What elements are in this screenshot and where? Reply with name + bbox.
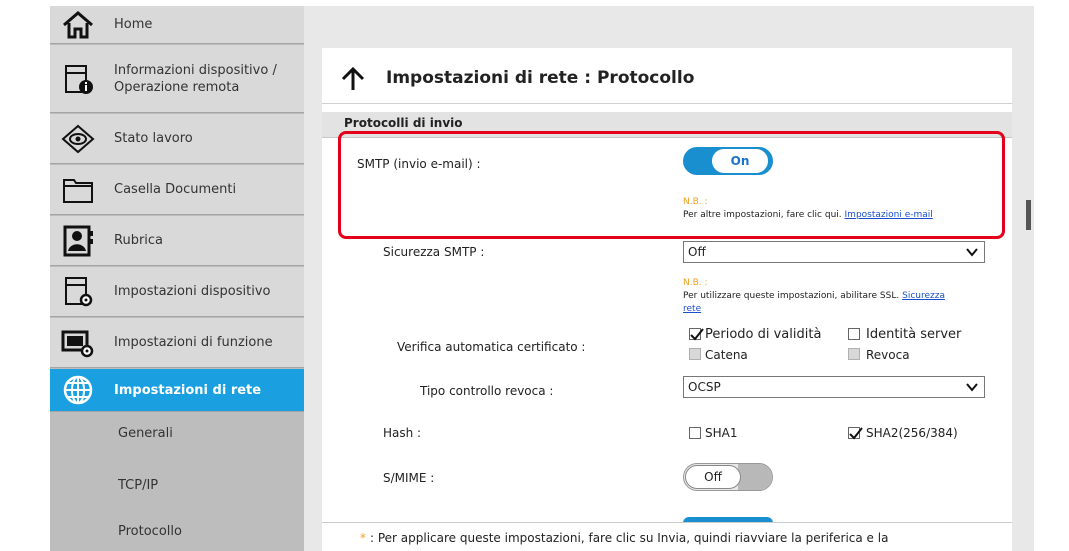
folder-icon <box>58 173 98 207</box>
device-settings-icon <box>58 275 98 309</box>
footer-star: * <box>360 531 366 545</box>
network-security-link-cont[interactable]: rete <box>683 304 701 314</box>
check-icon <box>690 328 704 341</box>
device-info-icon <box>58 62 98 96</box>
arrow-up-icon[interactable] <box>340 66 366 92</box>
select-value: OCSP <box>688 380 721 394</box>
sidebar-subitem-tcpip[interactable]: TCP/IP <box>50 478 304 498</box>
smime-toggle[interactable]: Off <box>683 463 773 491</box>
sidebar-item-label: Informazioni dispositivo / Operazione re… <box>114 62 277 95</box>
checkbox-label: Catena <box>705 348 748 362</box>
sidebar-item-label: Casella Documenti <box>114 182 237 197</box>
smtp-highlight-box <box>338 131 1005 239</box>
smime-label: S/MIME : <box>383 471 435 485</box>
checkbox-label: Identità server <box>866 327 962 342</box>
select-value: Off <box>688 245 706 259</box>
sidebar-item-device-settings[interactable]: Impostazioni dispositivo <box>50 267 304 317</box>
checkbox-sha1[interactable] <box>689 427 701 439</box>
sidebar-item-function-settings[interactable]: Impostazioni di funzione <box>50 318 304 368</box>
checkbox-label: Revoca <box>866 348 910 362</box>
sidebar-subitem-general[interactable]: Generali <box>50 426 304 446</box>
checkbox-server-identity[interactable] <box>848 328 860 340</box>
sidebar-item-label: Impostazioni di rete <box>114 382 262 398</box>
page-header: Impostazioni di rete : Protocollo <box>322 48 1012 104</box>
sidebar-item-label: Impostazioni dispositivo <box>114 284 271 299</box>
chevron-down-icon <box>966 248 978 257</box>
note-label: N.B. : <box>683 278 708 288</box>
sidebar-item-label: Home <box>114 17 153 32</box>
sidebar-item-document-box[interactable]: Casella Documenti <box>50 165 304 215</box>
hash-label: Hash : <box>383 426 422 440</box>
checkbox-label: SHA1 <box>705 426 738 440</box>
cert-check-label: Verifica automatica certificato : <box>397 340 586 354</box>
note-text-body: Per utilizzare queste impostazioni, abil… <box>683 291 900 301</box>
checkbox-label: SHA2(256/384) <box>866 426 958 440</box>
page-title: Impostazioni di rete : Protocollo <box>386 68 695 88</box>
checkbox-validity[interactable] <box>689 328 704 341</box>
checkbox-sha2[interactable] <box>848 427 863 440</box>
revocation-type-label: Tipo controllo revoca : <box>420 384 554 398</box>
sidebar-item-network-settings[interactable]: Impostazioni di rete <box>50 369 304 412</box>
checkbox-revocation <box>848 348 860 360</box>
sidebar-item-address-book[interactable]: Rubrica <box>50 216 304 266</box>
sidebar-item-home[interactable]: Home <box>50 6 304 44</box>
smtp-security-select[interactable]: Off <box>683 241 985 263</box>
footer-note: * : Per applicare queste impostazioni, f… <box>322 522 1012 551</box>
sidebar-item-device-info[interactable]: Informazioni dispositivo / Operazione re… <box>50 45 304 113</box>
sidebar: Home Informazioni dispositivo / Operazio… <box>50 6 304 551</box>
toggle-knob: Off <box>685 465 741 489</box>
sidebar-item-label: Impostazioni di funzione <box>114 335 273 350</box>
check-icon <box>849 427 863 440</box>
sidebar-item-label: Stato lavoro <box>114 131 193 146</box>
sidebar-item-label: Rubrica <box>114 233 164 248</box>
sidebar-item-job-status[interactable]: Stato lavoro <box>50 114 304 164</box>
address-book-icon <box>58 224 98 258</box>
sidebar-subitem-protocol[interactable]: Protocollo <box>50 524 304 544</box>
footer-text: : Per applicare queste impostazioni, far… <box>370 531 889 545</box>
chevron-down-icon <box>966 383 978 392</box>
checkbox-chain <box>689 348 701 360</box>
section-title: Protocolli di invio <box>344 116 463 130</box>
globe-icon <box>58 373 98 407</box>
toggle-track <box>738 464 772 490</box>
app-window: Home Informazioni dispositivo / Operazio… <box>0 0 1069 551</box>
revocation-type-select[interactable]: OCSP <box>683 376 985 398</box>
smtp-security-label: Sicurezza SMTP : <box>383 245 485 259</box>
scrollbar-thumb[interactable] <box>1026 200 1031 230</box>
checkbox-label: Periodo di validità <box>705 327 822 342</box>
function-settings-icon <box>58 326 98 360</box>
home-icon <box>58 8 98 42</box>
eye-icon <box>58 122 98 156</box>
note-text: Per utilizzare queste impostazioni, abil… <box>683 290 993 316</box>
network-security-link[interactable]: Sicurezza <box>902 291 945 301</box>
